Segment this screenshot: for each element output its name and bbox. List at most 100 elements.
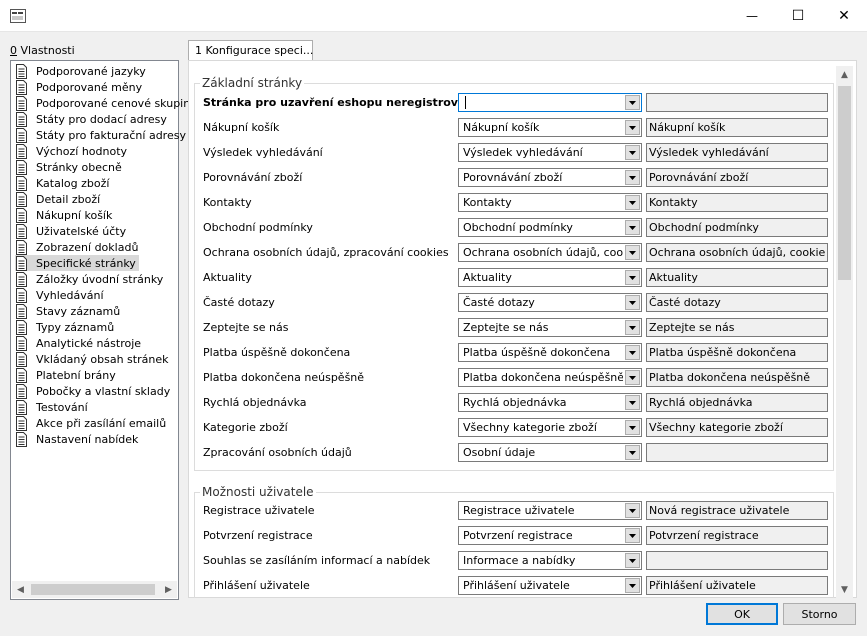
ok-button[interactable]: OK (706, 603, 778, 625)
dropdown-button[interactable] (625, 445, 640, 460)
scroll-thumb[interactable] (31, 584, 155, 595)
dropdown-button[interactable] (625, 170, 640, 185)
page-select[interactable]: Obchodní podmínky (458, 218, 642, 237)
page-select[interactable]: Zeptejte se nás (458, 318, 642, 337)
page-select[interactable]: Registrace uživatele (458, 501, 642, 520)
tree-item[interactable]: Analytické nástroje (15, 335, 144, 351)
page-title-field[interactable]: Nákupní košík (646, 118, 828, 137)
page-select[interactable]: Informace a nabídky (458, 551, 642, 570)
scroll-down-arrow-icon[interactable]: ▼ (836, 581, 853, 598)
tree-item[interactable]: Specifické stránky (15, 255, 139, 271)
tree-item-label: Katalog zboží (36, 176, 110, 190)
dropdown-button[interactable] (625, 553, 640, 568)
scroll-right-arrow-icon[interactable]: ▶ (160, 581, 177, 598)
page-title-field[interactable]: Zeptejte se nás (646, 318, 828, 337)
page-select[interactable]: Kontakty (458, 193, 642, 212)
dropdown-button[interactable] (625, 295, 640, 310)
minimize-button[interactable]: — (729, 0, 775, 32)
page-title-field[interactable] (646, 551, 828, 570)
tree-item[interactable]: Nastavení nabídek (15, 431, 141, 447)
page-title-field[interactable] (646, 93, 828, 112)
cancel-button[interactable]: Storno (783, 603, 856, 625)
dropdown-button[interactable] (625, 270, 640, 285)
tree-item[interactable]: Zobrazení dokladů (15, 239, 141, 255)
dropdown-button[interactable] (625, 528, 640, 543)
tree-item[interactable]: Nákupní košík (15, 207, 115, 223)
tree-item[interactable]: Testování (15, 399, 91, 415)
tree-item[interactable]: Uživatelské účty (15, 223, 129, 239)
page-select[interactable]: Porovnávání zboží (458, 168, 642, 187)
tree-item[interactable]: Typy záznamů (15, 319, 117, 335)
page-title-field[interactable] (646, 443, 828, 462)
page-select[interactable]: Ochrana osobních údajů, cookie (458, 243, 642, 262)
dropdown-button[interactable] (625, 195, 640, 210)
page-select[interactable]: Výsledek vyhledávání (458, 143, 642, 162)
dropdown-button[interactable] (625, 220, 640, 235)
page-select[interactable]: Osobní údaje (458, 443, 642, 462)
form-vertical-scrollbar[interactable]: ▲ ▼ (836, 66, 853, 598)
tree-item[interactable]: Státy pro fakturační adresy (15, 127, 189, 143)
scroll-thumb[interactable] (838, 86, 851, 280)
dropdown-button[interactable] (625, 345, 640, 360)
page-title-field[interactable]: Obchodní podmínky (646, 218, 828, 237)
tree-item[interactable]: Výchozí hodnoty (15, 143, 130, 159)
tree-item[interactable]: Pobočky a vlastní sklady (15, 383, 173, 399)
page-title-field[interactable]: Potvrzení registrace (646, 526, 828, 545)
page-title-field[interactable]: Porovnávání zboží (646, 168, 828, 187)
page-select[interactable]: Všechny kategorie zboží (458, 418, 642, 437)
tree-horizontal-scrollbar[interactable]: ◀ ▶ (12, 581, 177, 598)
page-title-field[interactable]: Všechny kategorie zboží (646, 418, 828, 437)
page-title-field[interactable]: Aktuality (646, 268, 828, 287)
scroll-left-arrow-icon[interactable]: ◀ (12, 581, 29, 598)
scroll-up-arrow-icon[interactable]: ▲ (836, 66, 853, 83)
page-select[interactable]: Platba dokončena neúspěšně (458, 368, 642, 387)
page-select[interactable]: Časté dotazy (458, 293, 642, 312)
tree-item[interactable]: Státy pro dodací adresy (15, 111, 170, 127)
select-value: Registrace uživatele (463, 504, 575, 517)
tree-item[interactable]: Stránky obecně (15, 159, 125, 175)
close-button[interactable]: ✕ (821, 0, 867, 32)
properties-tree[interactable]: ◀ ▶ Podporované jazyky Podporované měny Po… (10, 60, 197, 600)
dropdown-button[interactable] (625, 503, 640, 518)
page-select[interactable]: Platba úspěšně dokončena (458, 343, 642, 362)
dropdown-button[interactable] (625, 120, 640, 135)
page-title-field[interactable]: Platba dokončena neúspěšně (646, 368, 828, 387)
tab-konfigurace[interactable]: 1 Konfigurace speci... (188, 40, 313, 61)
page-select[interactable]: Aktuality (458, 268, 642, 287)
maximize-button[interactable]: ☐ (775, 0, 821, 32)
tree-item[interactable]: Platební brány (15, 367, 119, 383)
tree-item[interactable]: Katalog zboží (15, 175, 112, 191)
tree-item[interactable]: Akce při zasílání emailů (15, 415, 169, 431)
tree-item[interactable]: Vyhledávání (15, 287, 107, 303)
page-title-field[interactable]: Kontakty (646, 193, 828, 212)
tree-item[interactable]: Záložky úvodní stránky (15, 271, 166, 287)
field-value: Platba dokončena neúspěšně (649, 371, 811, 384)
dropdown-button[interactable] (625, 578, 640, 593)
dropdown-button[interactable] (625, 395, 640, 410)
tree-item[interactable]: Podporované měny (15, 79, 145, 95)
page-select[interactable]: Potvrzení registrace (458, 526, 642, 545)
page-title-field[interactable]: Přihlášení uživatele (646, 576, 828, 595)
tree-item[interactable]: Podporované cenové skupiny (15, 95, 200, 111)
page-select[interactable]: Nákupní košík (458, 118, 642, 137)
dropdown-button[interactable] (625, 420, 640, 435)
page-title-field[interactable]: Platba úspěšně dokončena (646, 343, 828, 362)
tree-item[interactable]: Vkládaný obsah stránek (15, 351, 171, 367)
page-select[interactable] (458, 93, 642, 112)
dropdown-button[interactable] (625, 145, 640, 160)
page-title-field[interactable]: Rychlá objednávka (646, 393, 828, 412)
dropdown-button[interactable] (625, 320, 640, 335)
tree-item[interactable]: Detail zboží (15, 191, 103, 207)
page-select[interactable]: Rychlá objednávka (458, 393, 642, 412)
page-title-field[interactable]: Nová registrace uživatele (646, 501, 828, 520)
dropdown-button[interactable] (625, 370, 640, 385)
dropdown-button[interactable] (625, 245, 640, 260)
dropdown-button[interactable] (625, 95, 640, 110)
page-title-field[interactable]: Časté dotazy (646, 293, 828, 312)
page-title-field[interactable]: Výsledek vyhledávání (646, 143, 828, 162)
tree-item[interactable]: Podporované jazyky (15, 63, 149, 79)
page-select[interactable]: Přihlášení uživatele (458, 576, 642, 595)
chevron-down-icon (629, 400, 636, 405)
tree-item[interactable]: Stavy záznamů (15, 303, 123, 319)
page-title-field[interactable]: Ochrana osobních údajů, cookie (646, 243, 828, 262)
